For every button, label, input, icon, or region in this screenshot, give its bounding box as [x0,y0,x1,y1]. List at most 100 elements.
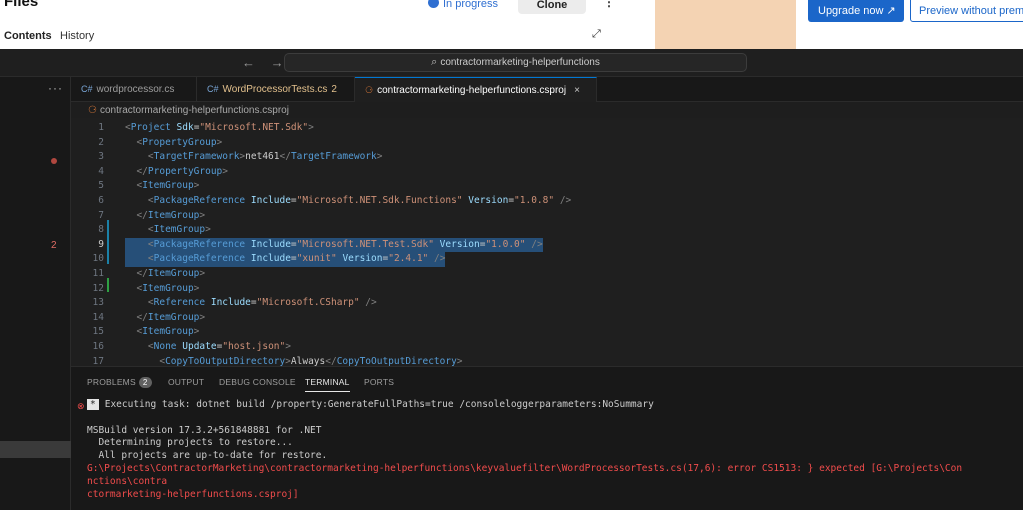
tab-ports[interactable]: PORTS [364,377,394,387]
code-text[interactable]: </ItemGroup> [125,209,205,224]
code-editor[interactable]: 1 <Project Sdk="Microsoft.NET.Sdk"> 2 <Pro… [71,118,1023,367]
editor-tabs: C# wordprocessor.cs C# WordProcessorTests.… [71,77,1023,102]
more-actions-icon[interactable]: ··· [48,81,63,95]
tab-label: contractormarketing-helperfunctions.cspr… [377,85,567,96]
error-dot-icon [51,158,57,164]
tab-wordprocessor-cs[interactable]: C# wordprocessor.cs [71,77,197,102]
tab-csproj[interactable]: ⚆ contractormarketing-helperfunctions.csp… [355,77,597,102]
bottom-panel: PROBLEMS 2 OUTPUT DEBUG CONSOLE TERMINAL … [71,366,1023,510]
code-text[interactable]: <None Update="host.json"> [125,340,291,355]
tab-label: WordProcessorTests.cs [222,84,328,95]
code-text[interactable]: <ItemGroup> [125,325,199,340]
code-line[interactable]: 6 <PackageReference Include="Microsoft.N… [71,194,1023,209]
page-title: Files [4,0,39,10]
tab-debug-console[interactable]: DEBUG CONSOLE [219,377,296,387]
web-header: Files Contents History In progress Clone… [0,0,1023,49]
terminal-error-line: ctormarketing-helperfunctions.csproj] [87,489,299,500]
rss-file-icon: ⚆ [88,105,97,116]
tab-wordprocessortests-cs[interactable]: C# WordProcessorTests.cs 2 [197,77,355,102]
task-marker: * [87,399,99,410]
terminal-error-line: G:\Projects\ContractorMarketing\contract… [87,463,963,474]
line-number: 3 [98,151,104,163]
code-line[interactable]: 11 </ItemGroup> [71,267,1023,282]
tab-problem-count: 2 [331,84,337,95]
problem-count: 2 [51,240,57,251]
error-circle-icon: ⊗ [77,401,85,411]
more-options-icon[interactable]: ⋮ [603,0,615,9]
terminal-task-line: * Executing task: dotnet build /property:… [87,399,654,410]
code-line[interactable]: 16 <None Update="host.json"> [71,340,1023,355]
code-text[interactable]: <Project Sdk="Microsoft.NET.Sdk"> [125,121,314,136]
line-number: 4 [98,165,104,177]
code-text[interactable]: <PackageReference Include="Microsoft.NET… [125,194,571,209]
code-line[interactable]: 7 </ItemGroup> [71,209,1023,224]
code-line[interactable]: 1 <Project Sdk="Microsoft.NET.Sdk"> [71,121,1023,136]
code-line[interactable]: 4 </PropertyGroup> [71,165,1023,180]
code-text[interactable]: <ItemGroup> [125,223,211,238]
code-text[interactable]: <ItemGroup> [125,179,199,194]
banner-background [655,0,796,49]
line-number: 16 [92,341,104,352]
code-text[interactable]: <PackageReference Include="xunit" Versio… [125,252,446,267]
code-line[interactable]: 12 <ItemGroup> [71,282,1023,297]
line-number: 13 [92,297,104,309]
code-text[interactable]: </ItemGroup> [125,267,205,282]
code-line[interactable]: 10 <PackageReference Include="xunit" Ver… [71,252,1023,267]
upgrade-now-button[interactable]: Upgrade now ↗ [808,0,904,22]
close-icon[interactable]: × [574,85,580,96]
line-number: 2 [98,136,104,148]
search-icon: ⌕ [431,56,438,68]
task-text: Executing task: dotnet build /property:G… [104,399,654,410]
code-line[interactable]: 15 <ItemGroup> [71,325,1023,340]
code-text[interactable]: </PropertyGroup> [125,165,228,180]
code-line[interactable]: 2 <PropertyGroup> [71,136,1023,151]
code-text[interactable]: <PropertyGroup> [125,136,222,151]
terminal-line: Determining projects to restore... [87,437,293,448]
code-line[interactable]: 13 <Reference Include="Microsoft.CSharp"… [71,296,1023,311]
left-sidebar: ··· 2 [0,77,71,510]
code-text[interactable]: <Reference Include="Microsoft.CSharp" /> [125,296,377,311]
line-number: 6 [98,195,104,206]
tab-label: PROBLEMS [87,377,136,387]
tab-problems[interactable]: PROBLEMS 2 [87,377,152,388]
code-line[interactable]: 9 <PackageReference Include="Microsoft.N… [71,237,1023,253]
status-text: In progress [443,0,499,10]
tab-terminal[interactable]: TERMINAL [305,377,350,392]
line-number: 7 [98,209,104,221]
line-number: 12 [92,282,104,294]
expand-icon[interactable]: ⤢ [592,28,601,41]
code-text[interactable]: <PackageReference Include="Microsoft.NET… [125,237,543,253]
progress-icon [428,0,439,8]
code-text[interactable]: </ItemGroup> [125,311,205,326]
line-number: 14 [92,311,104,323]
tab-contents[interactable]: Contents [4,30,52,42]
code-text[interactable]: <ItemGroup> [125,282,199,297]
search-text: contractormarketing-helperfunctions [440,57,600,68]
rss-file-icon: ⚆ [365,85,374,95]
code-line[interactable]: 8 <ItemGroup> [71,223,1023,238]
line-number: 5 [98,180,104,192]
tab-output[interactable]: OUTPUT [168,377,204,387]
line-number: 8 [98,224,104,236]
code-text[interactable]: <TargetFramework>net461</TargetFramework… [125,150,383,165]
tab-history[interactable]: History [60,30,94,42]
preview-without-premium-button[interactable]: Preview without premiu [910,0,1023,22]
line-number: 1 [98,122,104,133]
clone-button[interactable]: Clone [518,0,586,14]
code-line[interactable]: 14 </ItemGroup> [71,311,1023,326]
line-number: 11 [92,268,104,279]
problems-badge: 2 [138,377,152,388]
sidebar-selected-row[interactable] [0,441,71,458]
terminal-line: MSBuild version 17.3.2+561848881 for .NE… [87,425,322,436]
title-bar: ← → ⌕ contractormarketing-helperfunctions [0,49,1023,77]
command-center-search[interactable]: ⌕ contractormarketing-helperfunctions [284,53,747,72]
code-line[interactable]: 5 <ItemGroup> [71,179,1023,194]
nav-arrows-icon[interactable]: ← → [242,55,290,70]
breadcrumb[interactable]: ⚆ contractormarketing-helperfunctions.csp… [88,105,289,116]
breadcrumb-file[interactable]: contractormarketing-helperfunctions.cspr… [100,105,289,116]
code-line[interactable]: 3 <TargetFramework>net461</TargetFramewo… [71,150,1023,165]
csharp-file-icon: C# [207,84,219,94]
csharp-file-icon: C# [81,84,93,94]
line-number: 15 [92,326,104,338]
status-indicator: In progress [428,0,498,10]
